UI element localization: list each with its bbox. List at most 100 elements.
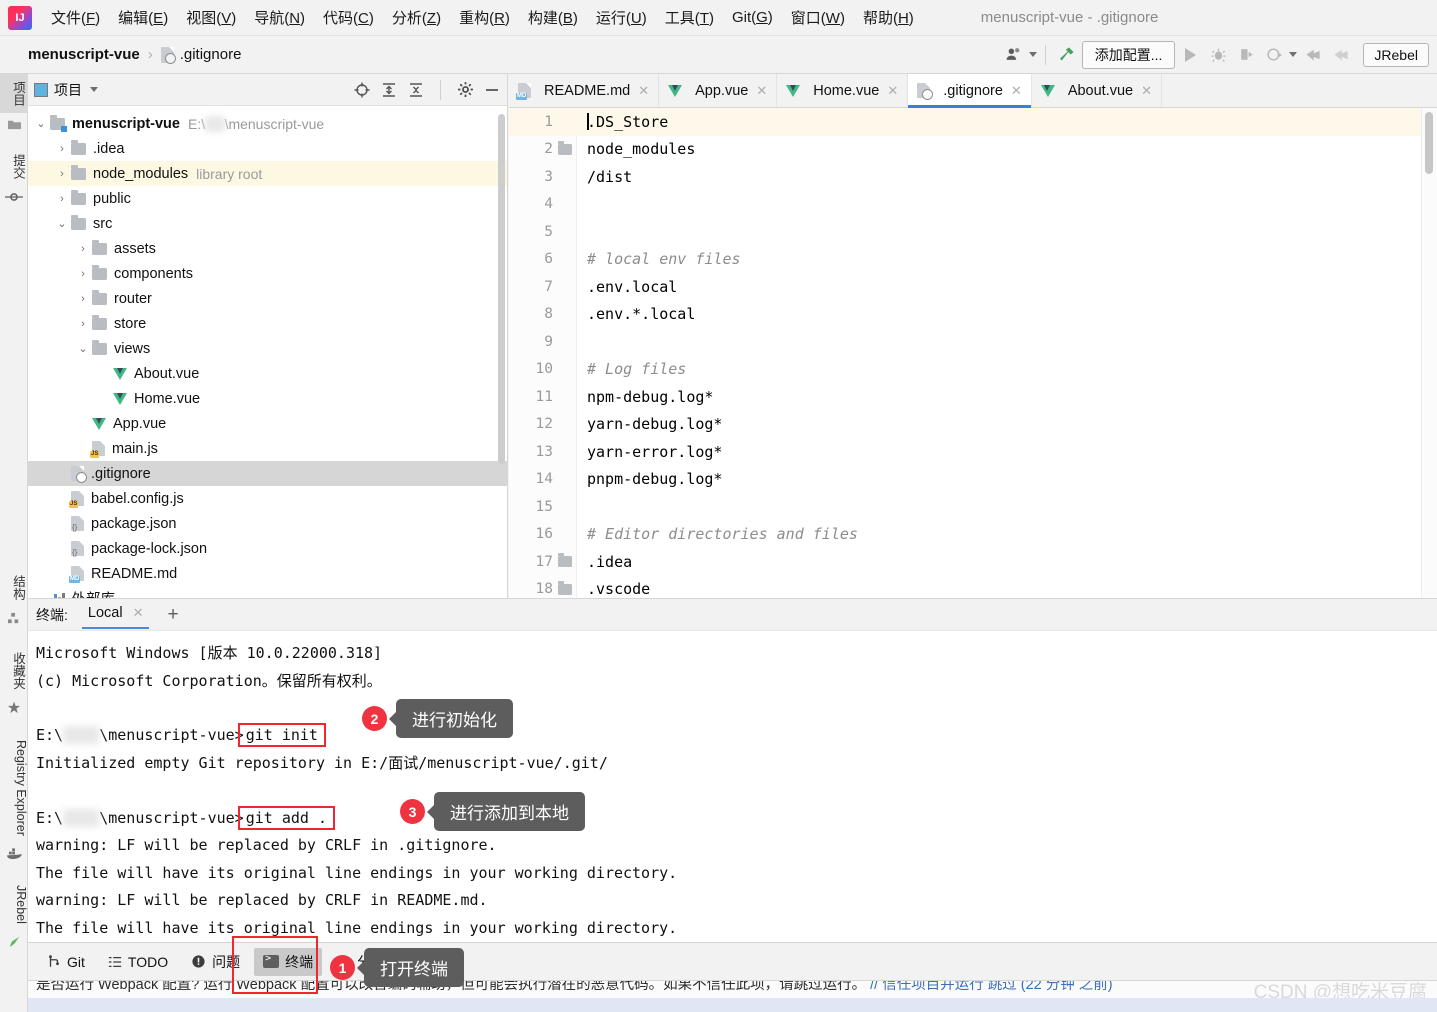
code-editor[interactable]: 1 .DS_Store 2 node_modules 3/dist 4 5 6 # loca… (509, 108, 1437, 598)
code-line[interactable]: 4 (509, 191, 1437, 219)
editor-scrollbar-thumb[interactable] (1425, 112, 1433, 174)
chevron-right-icon[interactable]: › (74, 293, 92, 305)
code-line[interactable]: 3/dist (509, 163, 1437, 191)
tree-item-views[interactable]: ⌄ views (28, 336, 507, 361)
chevron-right-icon[interactable]: › (74, 243, 92, 255)
editor-tab-.gitignore[interactable]: .gitignore ✕ (908, 74, 1032, 108)
editor-tab-App.vue[interactable]: App.vue ✕ (659, 74, 778, 107)
user-account-chevron-down-icon[interactable] (1028, 52, 1037, 57)
chevron-right-icon[interactable]: › (53, 168, 71, 180)
code-line[interactable]: 18 .vscode (509, 576, 1437, 598)
status-item-todo[interactable]: TODO (99, 950, 177, 974)
project-view-chevron-down-icon[interactable] (90, 87, 98, 92)
menu-item-视图[interactable]: 视图(V) (177, 3, 245, 32)
tree-item-.idea[interactable]: › .idea (28, 136, 507, 161)
code-line[interactable]: 10 # Log files (509, 356, 1437, 384)
tree-item-App.vue[interactable]: App.vue (28, 411, 507, 436)
chevron-right-icon[interactable]: › (74, 268, 92, 280)
menu-item-分析[interactable]: 分析(Z) (383, 3, 450, 32)
user-account-icon[interactable] (1001, 42, 1027, 68)
project-tree[interactable]: ⌄ menuscript-vue E:\ \menuscript-vue › .idea… (28, 106, 507, 598)
breadcrumb-file[interactable]: .gitignore (180, 46, 242, 63)
code-line[interactable]: 8 .env.*.local (509, 301, 1437, 329)
code-line[interactable]: 9 (509, 328, 1437, 356)
menu-item-文件[interactable]: 文件(F) (42, 3, 109, 32)
run-chevron-down-icon[interactable] (1289, 52, 1298, 57)
gear-icon[interactable] (456, 81, 474, 99)
profile-icon[interactable] (1261, 42, 1287, 68)
chevron-right-icon[interactable]: › (53, 193, 71, 205)
sidebar-item-commit[interactable]: 提交 (0, 147, 28, 186)
hide-panel-icon[interactable] (483, 81, 501, 99)
close-icon[interactable]: ✕ (756, 83, 767, 99)
close-icon[interactable]: ✕ (133, 605, 144, 621)
code-line[interactable]: 17 .idea (509, 548, 1437, 576)
close-icon[interactable]: ✕ (1011, 83, 1022, 99)
stop-debugger-icon[interactable] (1327, 42, 1353, 68)
menu-item-构建[interactable]: 构建(B) (519, 3, 587, 32)
tree-item-store[interactable]: › store (28, 311, 507, 336)
collapse-all-icon[interactable] (407, 81, 425, 99)
tree-item-src[interactable]: ⌄ src (28, 211, 507, 236)
chevron-right-icon[interactable]: › (53, 143, 71, 155)
tree-item-About.vue[interactable]: About.vue (28, 361, 507, 386)
code-line[interactable]: 5 (509, 218, 1437, 246)
menu-item-Git[interactable]: Git(G) (723, 5, 782, 30)
tree-item-node_modules[interactable]: › node_modules library root (28, 161, 507, 186)
tree-item-components[interactable]: › components (28, 261, 507, 286)
tree-item-menuscript-vue[interactable]: ⌄ menuscript-vue E:\ \menuscript-vue (28, 111, 507, 136)
add-configuration-button[interactable]: 添加配置... (1081, 40, 1176, 69)
code-line[interactable]: 16 # Editor directories and files (509, 521, 1437, 549)
code-line[interactable]: 14 pnpm-debug.log* (509, 466, 1437, 494)
close-icon[interactable]: ✕ (1141, 83, 1152, 99)
breadcrumb-project[interactable]: menuscript-vue (28, 46, 140, 63)
menu-item-窗口[interactable]: 窗口(W) (782, 3, 854, 32)
sidebar-item-jrebel[interactable]: JRebel (0, 878, 28, 931)
status-item-git[interactable]: Git (38, 950, 94, 974)
code-line[interactable]: 12 yarn-debug.log* (509, 411, 1437, 439)
menu-item-运行[interactable]: 运行(U) (587, 3, 656, 32)
tree-item-router[interactable]: › router (28, 286, 507, 311)
code-line[interactable]: 15 (509, 493, 1437, 521)
tree-item-babel.config.js[interactable]: JS babel.config.js (28, 486, 507, 511)
code-lines[interactable]: 1 .DS_Store 2 node_modules 3/dist 4 5 6 # loca… (509, 108, 1437, 598)
sidebar-item-registry-explorer[interactable]: Registry Explorer (0, 733, 28, 843)
tree-item-assets[interactable]: › assets (28, 236, 507, 261)
menu-item-帮助[interactable]: 帮助(H) (854, 3, 923, 32)
terminal-output[interactable]: Microsoft Windows [版本 10.0.22000.318] (c)… (28, 631, 1437, 942)
code-line[interactable]: 2 node_modules (509, 136, 1437, 164)
menu-item-导航[interactable]: 导航(N) (245, 3, 314, 32)
menu-item-工具[interactable]: 工具(T) (656, 3, 723, 32)
run-button-icon[interactable] (1177, 42, 1203, 68)
attach-debugger-icon[interactable] (1299, 42, 1325, 68)
chevron-down-icon[interactable]: ⌄ (74, 342, 92, 355)
scroll-from-source-icon[interactable] (353, 81, 371, 99)
tree-item-README.md[interactable]: MD README.md (28, 561, 507, 586)
tree-item-.gitignore[interactable]: .gitignore (28, 461, 507, 486)
editor-tab-bar[interactable]: MD README.md ✕ App.vue ✕ Home.vue ✕ .gitignore ✕… (509, 74, 1437, 108)
run-with-coverage-icon[interactable] (1233, 42, 1259, 68)
chevron-down-icon[interactable]: ⌄ (32, 117, 50, 130)
code-line[interactable]: 1 .DS_Store (509, 108, 1437, 136)
menu-item-编辑[interactable]: 编辑(E) (109, 3, 177, 32)
build-hammer-icon[interactable] (1054, 42, 1080, 68)
tree-item-package.json[interactable]: package.json (28, 511, 507, 536)
code-line[interactable]: 6 # local env files (509, 246, 1437, 274)
chevron-right-icon[interactable]: › (74, 318, 92, 330)
jrebel-button[interactable]: JRebel (1363, 42, 1429, 67)
expand-all-icon[interactable] (380, 81, 398, 99)
project-tree-scrollbar[interactable] (498, 114, 505, 464)
tree-item-main.js[interactable]: JS main.js (28, 436, 507, 461)
sidebar-item-structure[interactable]: 结构 (0, 568, 28, 607)
tree-item-external-libraries[interactable]: 外部库 (28, 586, 507, 598)
code-line[interactable]: 13 yarn-error.log* (509, 438, 1437, 466)
debug-bug-icon[interactable] (1205, 42, 1231, 68)
tree-item-package-lock.json[interactable]: package-lock.json (28, 536, 507, 561)
sidebar-item-favorites[interactable]: 收藏夹 (0, 645, 28, 697)
chevron-down-icon[interactable]: ⌄ (53, 217, 71, 230)
code-line[interactable]: 11 npm-debug.log* (509, 383, 1437, 411)
editor-tab-README.md[interactable]: MD README.md ✕ (509, 74, 660, 107)
tree-item-Home.vue[interactable]: Home.vue (28, 386, 507, 411)
notification-actions[interactable]: // 信任项目并运行 跳过 (22 分钟 之前) (870, 981, 1113, 993)
close-icon[interactable]: ✕ (638, 83, 649, 99)
